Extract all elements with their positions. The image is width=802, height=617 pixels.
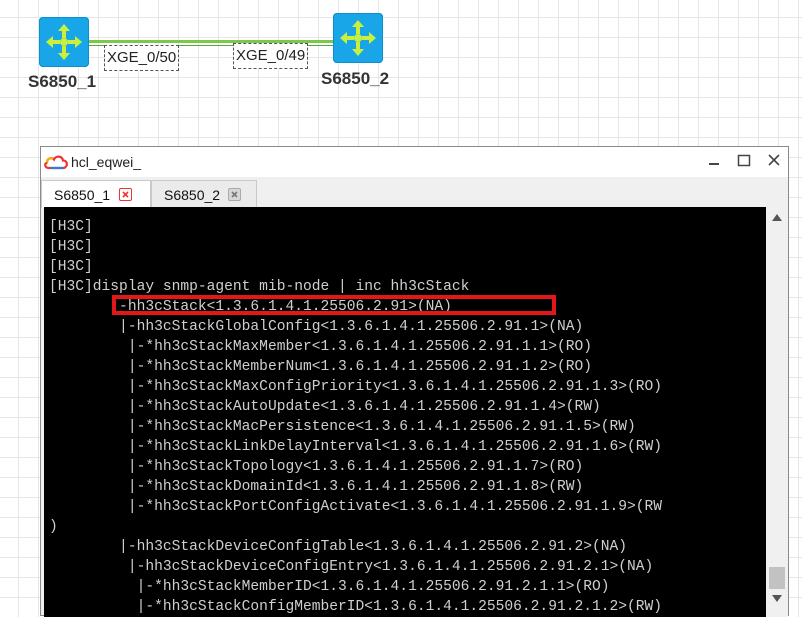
terminal-line: |-*hh3cStackMaxMember<1.3.6.1.4.1.25506.… [49, 339, 592, 355]
terminal-line: |-*hh3cStackMaxConfigPriority<1.3.6.1.4.… [49, 379, 663, 395]
terminal-line: [H3C] [49, 259, 93, 275]
minimize-icon [709, 163, 719, 165]
vertical-scrollbar[interactable] [766, 207, 788, 617]
tab-s6850-2[interactable]: S6850_2 [151, 180, 257, 207]
terminal-line: |-*hh3cStackConfigMemberID<1.3.6.1.4.1.2… [49, 599, 663, 615]
terminal-line: ) [49, 519, 58, 535]
terminal-line: |-hh3cStackGlobalConfig<1.3.6.1.4.1.2550… [49, 319, 584, 335]
terminal-line: [H3C] [49, 239, 93, 255]
terminal-line: [H3C]display snmp-agent mib-node | inc h… [49, 279, 470, 295]
terminal-line: |-hh3cStackDeviceConfigTable<1.3.6.1.4.1… [49, 539, 628, 555]
device-label: S6850_2 [321, 69, 390, 88]
window-title: hcl_eqwei_ [71, 154, 142, 170]
terminal-line: |-*hh3cStackMacPersistence<1.3.6.1.4.1.2… [49, 419, 636, 435]
scroll-thumb[interactable] [769, 567, 785, 589]
terminal-output[interactable]: [H3C] [H3C] [H3C] [H3C]display snmp-agent m… [44, 207, 766, 617]
terminal-line: [H3C] [49, 219, 93, 235]
port-label: XGE_0/49 [233, 43, 309, 69]
cloud-icon [44, 155, 68, 170]
scroll-up-icon[interactable] [769, 211, 785, 225]
device-label: S6850_1 [28, 72, 97, 91]
scroll-down-icon[interactable] [769, 591, 785, 605]
router-arrows-icon [46, 24, 82, 60]
terminal-line: |-*hh3cStackPortConfigActivate<1.3.6.1.4… [49, 499, 663, 515]
close-icon [122, 191, 129, 198]
terminal-line: |-*hh3cStackTopology<1.3.6.1.4.1.25506.2… [49, 459, 584, 475]
terminal-line: |-*hh3cStackDomainId<1.3.6.1.4.1.25506.2… [49, 479, 584, 495]
device-s6850-2[interactable] [333, 13, 383, 63]
port-label: XGE_0/50 [104, 45, 180, 71]
title-bar[interactable]: hcl_eqwei_ [41, 147, 788, 177]
close-button[interactable] [761, 150, 787, 172]
maximize-button[interactable] [731, 150, 757, 172]
close-icon [768, 154, 780, 166]
tab-close-icon[interactable] [228, 188, 241, 201]
router-arrows-icon [340, 20, 376, 56]
tab-label: S6850_1 [54, 187, 111, 203]
terminal-line: |-hh3cStackDeviceConfigEntry<1.3.6.1.4.1… [49, 559, 654, 575]
tab-bar: S6850_1 S6850_2 [41, 177, 788, 208]
tab-s6850-1[interactable]: S6850_1 [41, 180, 151, 208]
close-icon [231, 191, 238, 198]
minimize-button[interactable] [701, 150, 727, 172]
terminal-line: |-*hh3cStackMemberID<1.3.6.1.4.1.25506.2… [49, 579, 610, 595]
console-window: hcl_eqwei_ S6850_1 S6850_2 [H3C] [H3C] [… [40, 146, 789, 617]
tab-close-icon[interactable] [119, 188, 132, 201]
device-s6850-1[interactable] [39, 17, 89, 67]
terminal-line: |-*hh3cStackMemberNum<1.3.6.1.4.1.25506.… [49, 359, 592, 375]
terminal-line: |-*hh3cStackAutoUpdate<1.3.6.1.4.1.25506… [49, 399, 601, 415]
maximize-icon [737, 154, 751, 167]
tab-label: S6850_2 [164, 187, 221, 203]
highlight-box [112, 295, 556, 315]
terminal-line: |-*hh3cStackLinkDelayInterval<1.3.6.1.4.… [49, 439, 663, 455]
terminal-lines: [H3C] [H3C] [H3C] [H3C]display snmp-agent m… [49, 217, 662, 617]
